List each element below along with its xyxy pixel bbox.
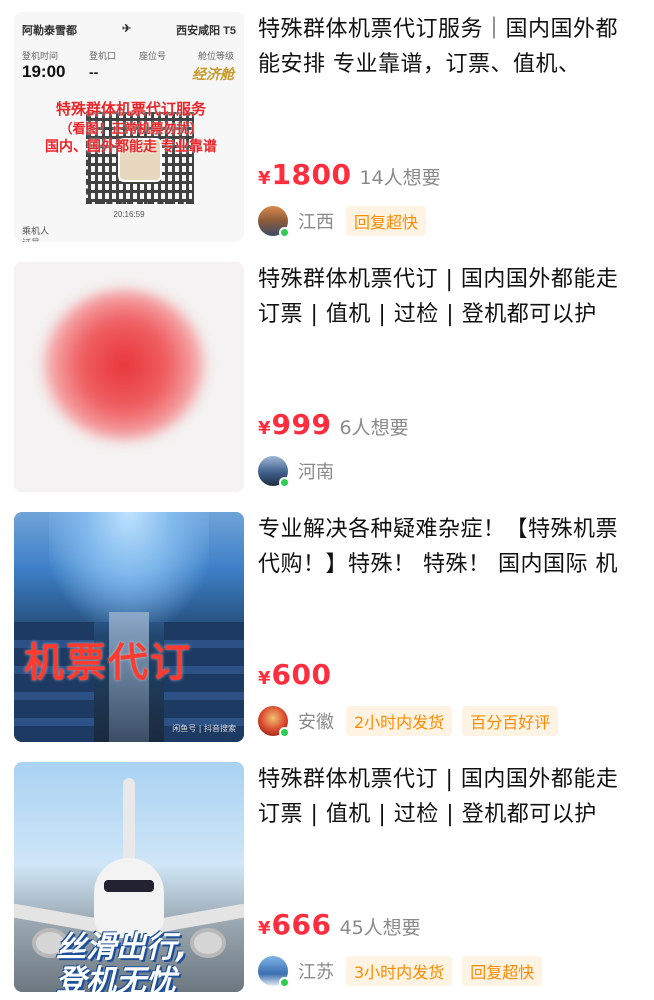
price-row: ¥ 666 45人想要 <box>258 908 421 941</box>
listing-card[interactable]: 阿勒泰雪都 ✈ 西安咸阳 T5 登机时间 登机口 座位号 舱位等级 19:00 … <box>0 0 654 250</box>
thumbnail-caption: 登机无忧 <box>56 964 176 992</box>
listing-price: 999 <box>271 408 332 441</box>
price-row: ¥ 1800 14人想要 <box>258 158 441 191</box>
listing-price: 666 <box>271 908 332 941</box>
price-row: ¥ 999 6人想要 <box>258 408 409 441</box>
overlay-text: 国内、国外都能走 专业靠谱 <box>45 138 217 154</box>
online-status-icon <box>279 977 290 988</box>
service-tag: 回复超快 <box>462 956 543 986</box>
overlay-text: （看图！正常机票勿扰） <box>59 121 203 136</box>
seller-row: 安徽 2小时内发货 百分百好评 <box>258 706 568 738</box>
plane-icon: ✈ <box>121 23 132 35</box>
seller-avatar[interactable] <box>258 956 290 988</box>
pass-id-label: 证号 <box>22 236 40 242</box>
seller-row: 江西 回复超快 <box>258 206 436 238</box>
want-count: 6人想要 <box>339 417 409 439</box>
pass-time: 19:00 <box>22 62 66 81</box>
listing-card[interactable]: 特殊群体机票代订 | 国内国外都能走 订票 | 值机 | 过检 | 登机都可以护… <box>0 250 654 500</box>
pass-label: 舱位等级 <box>197 51 234 61</box>
listing-thumbnail-boarding-pass[interactable]: 阿勒泰雪都 ✈ 西安咸阳 T5 登机时间 登机口 座位号 舱位等级 19:00 … <box>14 12 244 242</box>
listing-thumbnail-plane[interactable]: 丝滑出行, 登机无忧 <box>14 762 244 992</box>
listing-thumbnail-blurred[interactable] <box>14 262 244 492</box>
listing-price: 600 <box>271 658 332 691</box>
currency-symbol: ¥ <box>258 418 271 439</box>
listing-feed: 阿勒泰雪都 ✈ 西安咸阳 T5 登机时间 登机口 座位号 舱位等级 19:00 … <box>0 0 654 1000</box>
thumbnail-caption: 机票代订 <box>24 640 192 686</box>
overlay-text: 特殊群体机票代订服务 <box>55 101 206 118</box>
price-row: ¥ 600 <box>258 658 331 691</box>
currency-symbol: ¥ <box>258 668 271 689</box>
listing-info: 专业解决各种疑难杂症！【特殊机票代购！】特殊！ 特殊！ 国内国际 机 ¥ 600… <box>258 512 640 738</box>
want-count: 45人想要 <box>339 917 421 939</box>
service-tag: 百分百好评 <box>462 706 559 736</box>
online-status-icon <box>279 727 290 738</box>
seller-region: 安徽 <box>298 712 334 733</box>
listing-title[interactable]: 特殊群体机票代订服务｜国内国外都能安排 专业靠谱，订票、值机、 <box>258 12 640 82</box>
currency-symbol: ¥ <box>258 168 271 189</box>
seller-row: 河南 <box>258 456 346 488</box>
pass-gate: -- <box>89 64 99 80</box>
listing-card[interactable]: 丝滑出行, 登机无忧 特殊群体机票代订 | 国内国外都能走 订票 | 值机 | … <box>0 750 654 1000</box>
service-tag: 2小时内发货 <box>346 706 453 736</box>
seller-region: 江苏 <box>298 962 334 983</box>
listing-thumbnail-cabin[interactable]: 机票代订 闲鱼号 | 抖音搜索 <box>14 512 244 742</box>
listing-info: 特殊群体机票代订 | 国内国外都能走 订票 | 值机 | 过检 | 登机都可以护… <box>258 262 640 488</box>
listing-title[interactable]: 专业解决各种疑难杂症！【特殊机票代购！】特殊！ 特殊！ 国内国际 机 <box>258 512 640 582</box>
listing-card[interactable]: 机票代订 闲鱼号 | 抖音搜索 专业解决各种疑难杂症！【特殊机票代购！】特殊！ … <box>0 500 654 750</box>
pass-label: 登机口 <box>89 51 117 61</box>
pass-label: 座位号 <box>139 51 167 61</box>
listing-info: 特殊群体机票代订服务｜国内国外都能安排 专业靠谱，订票、值机、 ¥ 1800 1… <box>258 12 640 238</box>
online-status-icon <box>279 227 290 238</box>
service-tag: 回复超快 <box>346 206 427 236</box>
seller-row: 江苏 3小时内发货 回复超快 <box>258 956 552 988</box>
currency-symbol: ¥ <box>258 918 271 939</box>
seller-avatar[interactable] <box>258 706 290 738</box>
service-tag: 3小时内发货 <box>346 956 453 986</box>
pass-timestamp: 20:16:59 <box>113 210 145 219</box>
listing-title[interactable]: 特殊群体机票代订 | 国内国外都能走 订票 | 值机 | 过检 | 登机都可以护 <box>258 262 640 332</box>
listing-price: 1800 <box>271 158 352 191</box>
pass-class: 经济舱 <box>192 66 234 82</box>
pass-origin: 阿勒泰雪都 <box>22 25 77 37</box>
seller-avatar[interactable] <box>258 456 290 488</box>
pass-label: 登机时间 <box>22 51 59 61</box>
blurred-image <box>44 290 204 440</box>
want-count: 14人想要 <box>359 167 441 189</box>
seller-region: 江西 <box>298 212 334 233</box>
online-status-icon <box>279 477 290 488</box>
seller-region: 河南 <box>298 462 334 483</box>
thumbnail-watermark: 闲鱼号 | 抖音搜索 <box>172 724 236 733</box>
listing-title[interactable]: 特殊群体机票代订 | 国内国外都能走 订票 | 值机 | 过检 | 登机都可以护 <box>258 762 640 832</box>
pass-destination: 西安咸阳 T5 <box>176 25 236 37</box>
seller-avatar[interactable] <box>258 206 290 238</box>
listing-info: 特殊群体机票代订 | 国内国外都能走 订票 | 值机 | 过检 | 登机都可以护… <box>258 762 640 988</box>
